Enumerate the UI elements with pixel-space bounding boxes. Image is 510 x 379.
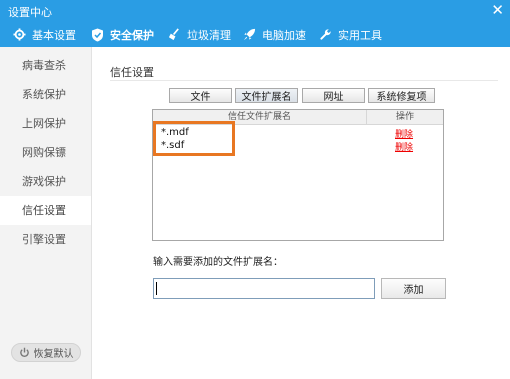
sidebar-item-web-protection[interactable]: 上网保护 bbox=[0, 109, 91, 138]
add-button[interactable]: 添加 bbox=[381, 278, 446, 299]
extension-input[interactable] bbox=[153, 278, 375, 299]
broom-icon bbox=[167, 28, 181, 42]
main-tab-bar: 基本设置 安全保护 垃圾清理 电脑加速 实用工具 bbox=[0, 22, 510, 47]
subtab-urls[interactable]: 网址 bbox=[302, 88, 365, 103]
restore-defaults-label: 恢复默认 bbox=[33, 349, 74, 360]
gear-icon bbox=[12, 28, 26, 42]
subtab-file-extensions[interactable]: 文件扩展名 bbox=[235, 88, 298, 103]
sidebar-item-system-protection[interactable]: 系统保护 bbox=[0, 80, 91, 109]
table-row[interactable]: *.sdf 删除 bbox=[153, 140, 443, 153]
shield-icon bbox=[90, 28, 104, 42]
tab-basic-settings[interactable]: 基本设置 bbox=[12, 22, 76, 47]
delete-link[interactable]: 删除 bbox=[395, 127, 413, 140]
sidebar-item-trust-settings[interactable]: 信任设置 bbox=[0, 196, 91, 225]
window-title: 设置中心 bbox=[8, 6, 52, 19]
tab-label: 基本设置 bbox=[32, 28, 76, 42]
sidebar-item-shopping-guard[interactable]: 网购保镖 bbox=[0, 138, 91, 167]
column-header-action: 操作 bbox=[395, 112, 414, 122]
extension-name: *.sdf bbox=[161, 140, 185, 151]
tab-label: 安全保护 bbox=[110, 28, 154, 42]
tab-pc-speedup[interactable]: 电脑加速 bbox=[242, 22, 306, 47]
sidebar-item-game-protection[interactable]: 游戏保护 bbox=[0, 167, 91, 196]
tab-junk-cleanup[interactable]: 垃圾清理 bbox=[167, 22, 231, 47]
tab-utilities[interactable]: 实用工具 bbox=[318, 22, 382, 47]
close-icon[interactable]: ✕ bbox=[491, 1, 504, 19]
column-header-extension: 信任文件扩展名 bbox=[153, 110, 367, 124]
title-bar: 设置中心 ✕ bbox=[0, 0, 510, 22]
input-label: 输入需要添加的文件扩展名： bbox=[153, 257, 283, 268]
wrench-icon bbox=[318, 28, 332, 42]
subtab-files[interactable]: 文件 bbox=[169, 88, 232, 103]
sidebar-item-virus-scan[interactable]: 病毒查杀 bbox=[0, 51, 91, 80]
section-divider bbox=[110, 80, 498, 81]
table-row[interactable]: *.mdf 删除 bbox=[153, 127, 443, 140]
restore-defaults-button[interactable]: 恢复默认 bbox=[11, 343, 81, 362]
sidebar-item-engine-settings[interactable]: 引擎设置 bbox=[0, 225, 91, 254]
list-header: 信任文件扩展名 操作 bbox=[153, 110, 443, 125]
sidebar: 病毒查杀 系统保护 上网保护 网购保镖 游戏保护 信任设置 引擎设置 恢复默认 bbox=[0, 47, 92, 379]
rocket-icon bbox=[242, 28, 256, 42]
tab-label: 电脑加速 bbox=[262, 28, 306, 42]
section-title: 信任设置 bbox=[110, 66, 154, 79]
extension-name: *.mdf bbox=[161, 127, 189, 138]
tab-label: 实用工具 bbox=[338, 28, 382, 42]
tab-security[interactable]: 安全保护 bbox=[90, 22, 154, 47]
subtab-system-repair[interactable]: 系统修复项 bbox=[368, 88, 435, 103]
delete-link[interactable]: 删除 bbox=[395, 140, 413, 153]
tab-label: 垃圾清理 bbox=[187, 28, 231, 42]
trusted-extensions-list[interactable]: 信任文件扩展名 操作 *.mdf 删除 *.sdf 删除 bbox=[152, 109, 444, 241]
text-caret bbox=[156, 282, 157, 295]
power-icon bbox=[19, 347, 30, 358]
